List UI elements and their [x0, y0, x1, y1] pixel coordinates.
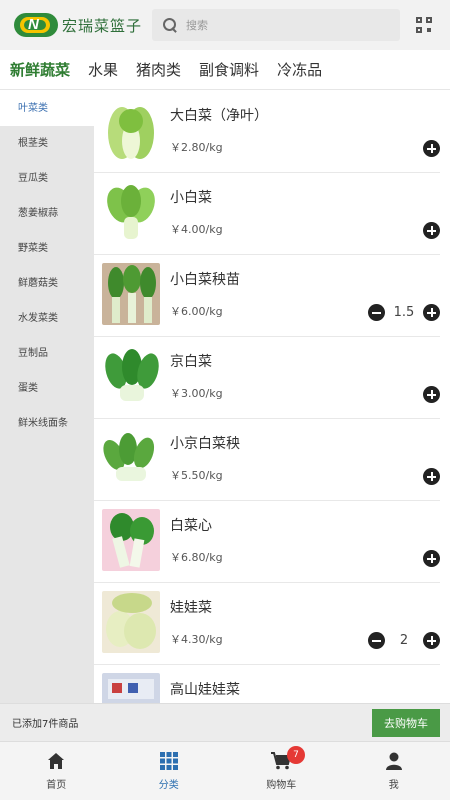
home-icon — [48, 752, 65, 769]
product-price: ￥4.30/kg — [170, 633, 223, 646]
cart-count-text: 已添加7件商品 — [12, 719, 79, 730]
tab-groceries-seasoning[interactable]: 副食调料 — [199, 50, 259, 90]
product-price: ￥3.00/kg — [170, 387, 223, 400]
app-header: N 宏瑞菜篮子 — [0, 0, 450, 50]
product-name[interactable]: 京白菜 — [170, 351, 212, 371]
plus-icon[interactable] — [423, 386, 440, 403]
bottom-navigation: 首页 分类 7 购物车 我 — [0, 741, 450, 800]
quantity-control — [423, 468, 440, 485]
search-input[interactable] — [186, 18, 387, 32]
sidebar-item-tofu[interactable]: 豆制品 — [0, 336, 94, 371]
grid-icon — [159, 751, 178, 770]
subcategory-sidebar: 叶菜类 根茎类 豆瓜类 葱姜椒蒜 野菜类 鲜蘑菇类 水发菜类 豆制品 蛋类 鲜米… — [0, 91, 94, 703]
nav-label: 我 — [388, 779, 399, 791]
sidebar-item-root[interactable]: 根茎类 — [0, 126, 94, 161]
product-image[interactable] — [102, 509, 160, 571]
cart-summary-bar: 已添加7件商品 去购物车 — [0, 703, 450, 741]
plus-icon[interactable] — [423, 304, 440, 321]
product-name[interactable]: 白菜心 — [170, 515, 212, 535]
product-price: ￥6.80/kg — [170, 551, 223, 564]
sidebar-item-noodles[interactable]: 鲜米线面条 — [0, 406, 94, 441]
category-tabs: 新鲜蔬菜 水果 猪肉类 副食调料 冷冻品 — [0, 50, 450, 90]
quantity-control — [423, 550, 440, 567]
product-name[interactable]: 娃娃菜 — [170, 597, 212, 617]
logo-letter: N — [28, 16, 39, 33]
product-image[interactable] — [102, 673, 160, 703]
plus-icon[interactable] — [423, 140, 440, 157]
plus-icon[interactable] — [423, 550, 440, 567]
sidebar-item-eggs[interactable]: 蛋类 — [0, 371, 94, 406]
nav-label: 首页 — [46, 779, 67, 791]
logo-mark-icon: N — [14, 13, 58, 37]
product-item[interactable]: 小京白菜秧 ￥5.50/kg — [94, 419, 440, 501]
product-item[interactable]: 大白菜（净叶） ￥2.80/kg — [94, 91, 440, 173]
sidebar-item-mushroom[interactable]: 鲜蘑菇类 — [0, 266, 94, 301]
sidebar-item-wild[interactable]: 野菜类 — [0, 231, 94, 266]
cart-badge: 7 — [287, 746, 305, 764]
product-name[interactable]: 大白菜（净叶） — [170, 105, 268, 125]
nav-cart[interactable]: 7 购物车 — [225, 742, 338, 800]
nav-category[interactable]: 分类 — [113, 742, 226, 800]
tab-pork[interactable]: 猪肉类 — [136, 50, 181, 90]
quantity-control — [423, 386, 440, 403]
product-image[interactable] — [102, 263, 160, 325]
search-icon — [162, 17, 178, 33]
sidebar-item-beans-melons[interactable]: 豆瓜类 — [0, 161, 94, 196]
quantity-value: 1.5 — [393, 305, 415, 320]
product-item[interactable]: 高山娃娃菜 — [94, 665, 440, 703]
logo-text: 宏瑞菜篮子 — [62, 16, 143, 35]
nav-me[interactable]: 我 — [338, 742, 450, 800]
minus-icon[interactable] — [368, 304, 385, 321]
tab-fruit[interactable]: 水果 — [88, 50, 118, 90]
sidebar-item-leafy[interactable]: 叶菜类 — [0, 91, 94, 126]
product-image[interactable] — [102, 99, 160, 161]
product-price: ￥4.00/kg — [170, 223, 223, 236]
sidebar-item-soaked[interactable]: 水发菜类 — [0, 301, 94, 336]
plus-icon[interactable] — [423, 632, 440, 649]
product-name[interactable]: 高山娃娃菜 — [170, 679, 240, 699]
product-item[interactable]: 小白菜 ￥4.00/kg — [94, 173, 440, 255]
product-name[interactable]: 小白菜秧苗 — [170, 269, 240, 289]
nav-home[interactable]: 首页 — [0, 742, 113, 800]
quantity-control: 1.5 — [368, 304, 440, 321]
product-image[interactable] — [102, 181, 160, 243]
minus-icon[interactable] — [368, 632, 385, 649]
plus-icon[interactable] — [423, 222, 440, 239]
go-to-cart-button[interactable]: 去购物车 — [372, 708, 440, 737]
qr-scan-icon[interactable] — [416, 17, 432, 33]
quantity-control — [423, 140, 440, 157]
user-icon — [385, 752, 402, 770]
product-image[interactable] — [102, 591, 160, 653]
quantity-control: 2 — [368, 632, 440, 649]
sidebar-item-onion-ginger[interactable]: 葱姜椒蒜 — [0, 196, 94, 231]
product-item[interactable]: 小白菜秧苗 ￥6.00/kg 1.5 — [94, 255, 440, 337]
plus-icon[interactable] — [423, 468, 440, 485]
product-price: ￥6.00/kg — [170, 305, 223, 318]
tab-frozen[interactable]: 冷冻品 — [277, 50, 322, 90]
product-image[interactable] — [102, 427, 160, 489]
quantity-control — [423, 222, 440, 239]
product-list: 大白菜（净叶） ￥2.80/kg 小白菜 ￥4.00/kg 小白菜秧苗 ￥6.0… — [94, 91, 450, 703]
nav-label: 购物车 — [266, 779, 297, 791]
product-name[interactable]: 小白菜 — [170, 187, 212, 207]
product-item[interactable]: 白菜心 ￥6.80/kg — [94, 501, 440, 583]
product-item[interactable]: 京白菜 ￥3.00/kg — [94, 337, 440, 419]
product-image[interactable] — [102, 345, 160, 407]
product-price: ￥2.80/kg — [170, 141, 223, 154]
search-bar[interactable] — [152, 9, 401, 41]
product-item[interactable]: 娃娃菜 ￥4.30/kg 2 — [94, 583, 440, 665]
product-name[interactable]: 小京白菜秧 — [170, 433, 240, 453]
tab-fresh-vegetables[interactable]: 新鲜蔬菜 — [10, 50, 70, 90]
brand-logo[interactable]: N 宏瑞菜篮子 — [14, 13, 142, 37]
product-price: ￥5.50/kg — [170, 469, 223, 482]
nav-label: 分类 — [158, 779, 179, 791]
quantity-value: 2 — [399, 633, 409, 648]
